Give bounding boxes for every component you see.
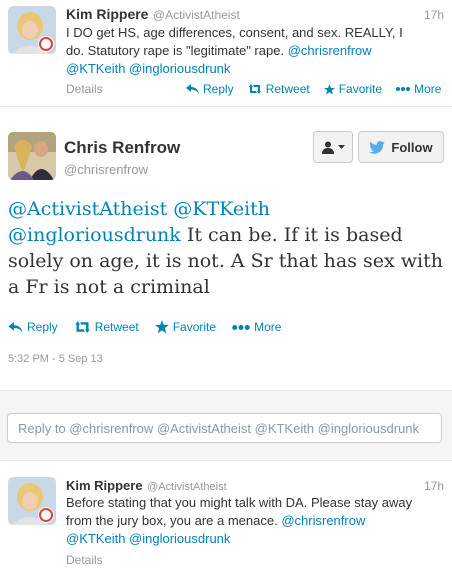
- tweet-header: Kim Rippere @ActivistAtheist: [66, 477, 227, 495]
- tweet-line: a Fr is not a criminal: [8, 276, 210, 298]
- tweet-line: @ingloriousdrunk It can be. If it is bas…: [8, 222, 448, 248]
- mention-links[interactable]: @ActivistAtheist @KTKeith: [8, 196, 448, 222]
- mention-link[interactable]: @ingloriousdrunk: [8, 224, 181, 246]
- tweet-1: Kim Rippere @ActivistAtheist 17h I DO ge…: [0, 0, 452, 106]
- more-icon: [396, 87, 411, 91]
- retweet-button[interactable]: Retweet: [248, 82, 310, 96]
- author-name[interactable]: Kim Rippere: [66, 478, 143, 493]
- details-link[interactable]: Details: [66, 82, 103, 96]
- favorite-button[interactable]: Favorite: [154, 320, 217, 334]
- retweet-icon: [74, 321, 90, 333]
- tweet-time[interactable]: 17h: [424, 8, 444, 22]
- favorite-label: Favorite: [338, 82, 383, 96]
- more-button[interactable]: More: [232, 320, 281, 334]
- more-button[interactable]: More: [396, 82, 441, 96]
- tweet-line: from the jury box, you are a menace. @ch…: [66, 512, 446, 530]
- tweet-text: I DO get HS, age differences, consent, a…: [66, 24, 446, 78]
- reply-placeholder: Reply to @chrisrenfrow @ActivistAtheist …: [18, 421, 420, 436]
- tweet-text-part: It can be. If it is based: [180, 224, 403, 246]
- reply-label: Reply: [203, 82, 234, 96]
- retweet-label: Retweet: [265, 82, 310, 96]
- tweet-timestamp[interactable]: 5:32 PM - 5 Sep 13: [8, 353, 103, 365]
- reply-area: Reply to @chrisrenfrow @ActivistAtheist …: [0, 390, 452, 461]
- avatar[interactable]: [8, 6, 56, 54]
- retweet-icon: [248, 84, 261, 94]
- mention-links[interactable]: @KTKeith @ingloriousdrunk: [66, 60, 446, 78]
- tweet-line: I DO get HS, age differences, consent, a…: [66, 25, 403, 40]
- star-icon: [323, 83, 335, 95]
- favorite-label: Favorite: [172, 320, 217, 334]
- tweet-text-part: do. Statutory rape is "legitimate" rape.: [66, 43, 285, 58]
- tweet-header: Kim Rippere @ActivistAtheist: [66, 6, 240, 24]
- author-name[interactable]: Kim Rippere: [66, 6, 148, 22]
- retweet-button[interactable]: Retweet: [74, 320, 139, 334]
- tweet-text-part: from the jury box, you are a menace.: [66, 513, 278, 528]
- tweet-text: @ActivistAtheist @KTKeith @ingloriousdru…: [8, 196, 448, 300]
- tweet-actions: Reply Retweet Favorite More: [186, 82, 441, 96]
- reply-icon: [8, 321, 23, 333]
- tweet-line: do. Statutory rape is "legitimate" rape.…: [66, 42, 446, 60]
- chevron-down-icon: [337, 145, 345, 149]
- reply-button[interactable]: Reply: [186, 82, 234, 96]
- author-handle[interactable]: @ActivistAtheist: [147, 481, 227, 493]
- more-icon: [232, 324, 250, 330]
- main-tweet: Chris Renfrow @chrisrenfrow Follow @Acti…: [0, 107, 452, 390]
- mention-link[interactable]: @chrisrenfrow: [281, 513, 365, 528]
- tweet-time[interactable]: 17h: [424, 479, 444, 493]
- user-icon: [321, 141, 334, 154]
- mention-links[interactable]: @KTKeith @ingloriousdrunk: [66, 530, 446, 548]
- author-handle[interactable]: @chrisrenfrow: [64, 162, 148, 177]
- reply-label: Reply: [27, 320, 58, 334]
- author-handle[interactable]: @ActivistAtheist: [153, 8, 240, 22]
- mention-link[interactable]: @chrisrenfrow: [288, 43, 372, 58]
- details-link[interactable]: Details: [66, 553, 103, 567]
- avatar[interactable]: [8, 132, 56, 180]
- reply-button[interactable]: Reply: [8, 320, 58, 334]
- tweet-line: solely on age, it is not. A Sr that has …: [8, 250, 443, 272]
- avatar[interactable]: [8, 477, 56, 525]
- retweet-label: Retweet: [94, 320, 139, 334]
- tweet-actions: Reply Retweet Favorite More: [8, 320, 281, 334]
- more-label: More: [254, 320, 282, 334]
- reply-input[interactable]: Reply to @chrisrenfrow @ActivistAtheist …: [7, 413, 442, 443]
- reply-icon: [186, 84, 199, 94]
- star-icon: [154, 320, 169, 334]
- tweet-line: Before stating that you might talk with …: [66, 495, 413, 510]
- favorite-button[interactable]: Favorite: [323, 82, 383, 96]
- author-name[interactable]: Chris Renfrow: [64, 138, 180, 158]
- more-label: More: [414, 82, 442, 96]
- tweet-text: Before stating that you might talk with …: [66, 494, 446, 548]
- tweet-2: Kim Rippere @ActivistAtheist 17h Before …: [0, 461, 452, 570]
- user-dropdown-button[interactable]: [313, 131, 353, 163]
- follow-label: Follow: [391, 139, 433, 155]
- bird-icon: [369, 140, 386, 154]
- follow-button[interactable]: Follow: [358, 131, 444, 163]
